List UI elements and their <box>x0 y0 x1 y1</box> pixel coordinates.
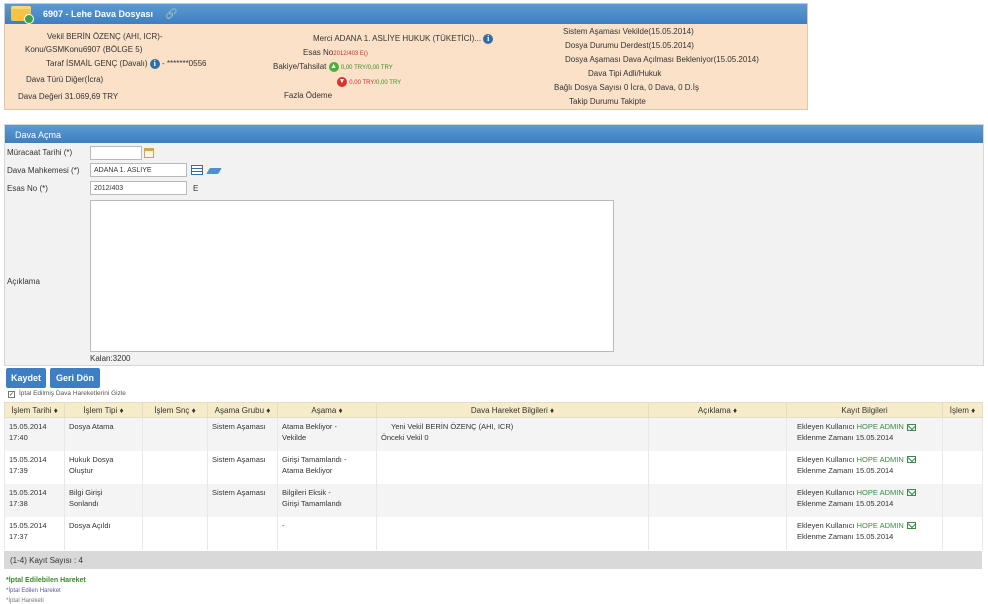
legend-cancellable: *İptal Edilebilen Hareket <box>6 577 86 584</box>
konu-row: Konu/GSMKonu6907 (BÖLGE 5) <box>25 45 143 54</box>
mahkeme-label: Dava Mahkemesi (*) <box>7 166 80 175</box>
eraser-icon[interactable] <box>206 168 222 174</box>
case-title: 6907 - Lehe Dava Dosyası <box>43 9 154 19</box>
col-dava-hareket[interactable]: Dava Hareket Bilgileri ♦ <box>376 402 649 418</box>
form-title: Dava Açma <box>15 130 62 140</box>
table-row: 15.05.2014 17:38 Bilgi Girişi Sonlandı Sis… <box>4 483 983 517</box>
esas-no-row: Esas No2012/403 E() <box>303 48 368 57</box>
esas-suffix: E <box>193 184 199 193</box>
movements-table: İşlem Tarihi ♦ İşlem Tipi ♦ İşlem Snç ♦ … <box>4 402 983 550</box>
col-islem-snc[interactable]: İşlem Snç ♦ <box>142 402 208 418</box>
hide-cancelled-label: İptal Edilmiş Dava Hareketlerini Gizle <box>19 390 126 397</box>
taraf-info-icon[interactable]: i <box>149 59 160 69</box>
muracaat-label: Müracaat Tarihi (*) <box>7 148 73 157</box>
col-kayit-bilgileri: Kayıt Bilgileri <box>786 402 943 418</box>
merci-row: Merci ADANA 1. ASLİYE HUKUK (TÜKETİCİ)..… <box>313 34 494 44</box>
mahkeme-input[interactable] <box>90 163 187 177</box>
esas-label: Esas No (*) <box>7 184 48 193</box>
esas-no-input[interactable] <box>90 181 187 195</box>
table-row: 15.05.2014 17:39 Hukuk Dosya Oluştur Siste… <box>4 450 983 484</box>
hide-cancelled-checkbox[interactable]: ✓ <box>8 391 15 398</box>
case-info-panel: 6907 - Lehe Dava Dosyası 🔗 Vekil BERİN Ö… <box>4 3 808 110</box>
sistem-asamasi-row: Sistem Aşaması Vekilde(15.05.2014) <box>563 27 694 36</box>
col-islem-tipi[interactable]: İşlem Tipi ♦ <box>64 402 143 418</box>
col-aciklama[interactable]: Açıklama ♦ <box>648 402 787 418</box>
table-row: 15.05.2014 17:40 Dosya Atama Sistem Aşama… <box>4 417 983 451</box>
dava-degeri-row: Dava Değeri 31.069,69 TRY <box>18 92 119 101</box>
vekil-row: Vekil BERİN ÖZENÇ (AHI, ICR)- <box>47 32 163 41</box>
col-islem-tarihi[interactable]: İşlem Tarihi ♦ <box>4 402 65 418</box>
link-icon[interactable]: 🔗 <box>165 9 177 20</box>
tahsilat-row: ▼ 0,00 TRY/0,00 TRY <box>337 77 402 87</box>
calendar-icon[interactable] <box>144 148 154 158</box>
folder-icon <box>11 6 34 24</box>
taraf-row: Taraf İSMAİL GENÇ (Davalı) i - *******05… <box>46 59 207 69</box>
save-button[interactable]: Kaydet <box>6 368 46 388</box>
dosya-durumu-row: Dosya Durumu Derdest(15.05.2014) <box>565 41 694 50</box>
mail-icon[interactable] <box>906 423 916 431</box>
dava-turu-row: Dava Türü Diğer(İcra) <box>26 75 104 84</box>
dava-tipi-row: Dava Tipi Adli/Hukuk <box>588 69 662 78</box>
arrow-down-icon: ▼ <box>337 77 347 87</box>
aciklama-textarea[interactable] <box>90 200 614 352</box>
mail-icon[interactable] <box>906 522 916 530</box>
table-row: 15.05.2014 17:37 Dosya Açıldı - Ekleyen K… <box>4 516 983 550</box>
bakiye-row: Bakiye/Tahsilat ▲ 0,00 TRY/0,00 TRY <box>273 62 393 72</box>
legend-cancel-move: *İptal Hareketi <box>6 598 44 604</box>
col-islem[interactable]: İşlem ♦ <box>942 402 983 418</box>
aciklama-label: Açıklama <box>7 277 40 286</box>
dava-acma-panel: Dava Açma Müracaat Tarihi (*) Dava Mahke… <box>4 124 984 366</box>
merci-info-icon[interactable]: i <box>483 34 494 44</box>
muracaat-date-input[interactable] <box>90 146 142 160</box>
col-asama-grubu[interactable]: Aşama Grubu ♦ <box>207 402 278 418</box>
kalan-counter: Kalan:3200 <box>90 354 131 363</box>
form-header: Dava Açma <box>5 125 983 143</box>
arrow-up-icon: ▲ <box>328 62 339 72</box>
mail-icon[interactable] <box>906 489 916 497</box>
col-asama[interactable]: Aşama ♦ <box>277 402 377 418</box>
back-button[interactable]: Geri Dön <box>50 368 100 388</box>
legend-cancelled: *İptal Edilen Hareket <box>6 588 61 594</box>
takip-durumu-row: Takip Durumu Takipte <box>569 97 646 106</box>
record-count-bar: (1-4) Kayıt Sayısı : 4 <box>4 551 982 569</box>
list-select-icon[interactable] <box>191 165 203 175</box>
mail-icon[interactable] <box>906 456 916 464</box>
record-count: (1-4) Kayıt Sayısı : 4 <box>10 556 83 565</box>
dosya-asamasi-row: Dosya Aşaması Dava Açılması Bekleniyor(1… <box>565 55 759 64</box>
fazla-odeme-label: Fazla Ödeme <box>284 91 333 100</box>
bagli-dosya-row: Bağlı Dosya Sayısı 0 İcra, 0 Dava, 0 D.İ… <box>554 83 699 92</box>
case-header: 6907 - Lehe Dava Dosyası 🔗 <box>5 4 807 24</box>
